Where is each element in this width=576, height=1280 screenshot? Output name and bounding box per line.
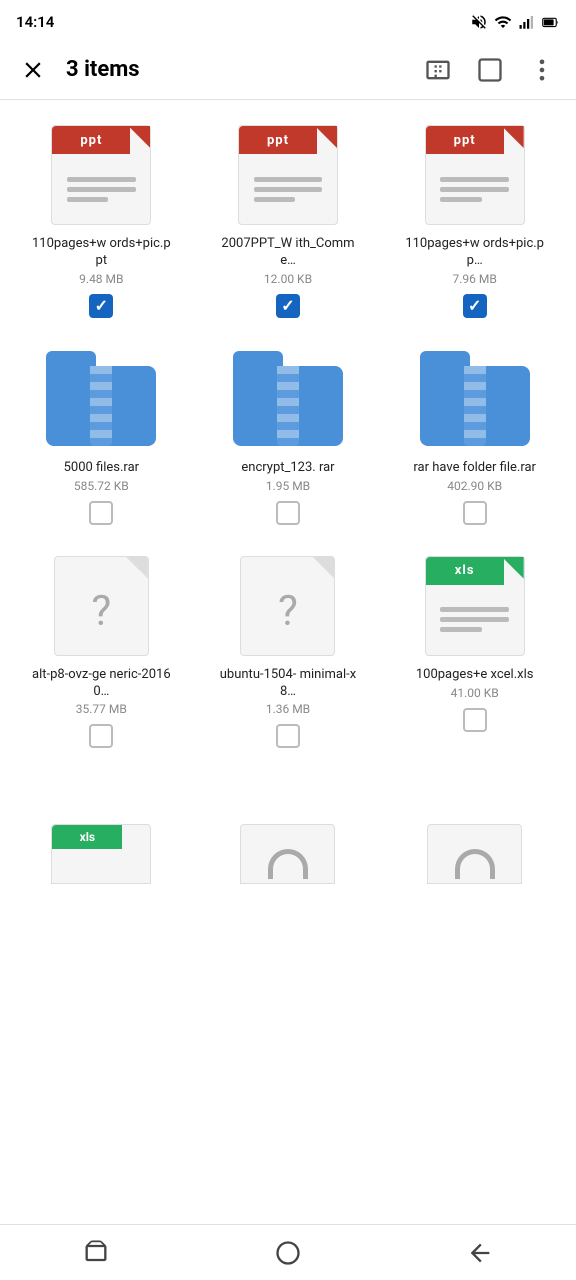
- file-grid: ppt 110pages+w ords+pic.ppt 9.48 MB ✓ pp…: [0, 100, 576, 910]
- file-name: 110pages+w ords+pic.ppt: [31, 236, 171, 270]
- ppt-icon: ppt: [238, 125, 338, 225]
- file-size: 12.00 KB: [264, 272, 312, 286]
- file-icon-wrap: ?: [228, 551, 348, 661]
- list-item[interactable]: encrypt_123. rar 1.95 MB: [199, 336, 378, 535]
- mute-icon: [470, 13, 488, 31]
- status-time: 14:14: [16, 13, 54, 31]
- bottom-nav: [0, 1224, 576, 1280]
- back-icon: [466, 1239, 494, 1267]
- checkbox[interactable]: [274, 722, 302, 750]
- recent-apps-icon: [82, 1239, 110, 1267]
- file-name: alt-p8-ovz-ge neric-20160…: [31, 667, 171, 701]
- file-size: 7.96 MB: [453, 272, 497, 286]
- page-title: 3 items: [66, 57, 140, 82]
- list-item[interactable]: [385, 766, 564, 898]
- list-item[interactable]: xls: [12, 766, 191, 898]
- rar-icon: [420, 351, 530, 446]
- file-icon-wrap: ppt: [228, 120, 348, 230]
- file-size: 35.77 MB: [76, 702, 127, 716]
- file-name: 100pages+e xcel.xls: [416, 667, 534, 684]
- file-icon-wrap: xls: [41, 774, 161, 884]
- rar-icon: [233, 351, 343, 446]
- list-item[interactable]: ppt 110pages+w ords+pic.ppt 9.48 MB ✓: [12, 112, 191, 328]
- list-item[interactable]: xls 100pages+e xcel.xls 41.00 KB: [385, 543, 564, 759]
- status-icons: [470, 13, 560, 31]
- close-button[interactable]: [16, 53, 50, 87]
- file-name: 2007PPT_W ith_Comme…: [218, 236, 358, 270]
- back-button[interactable]: [442, 1231, 518, 1275]
- square-icon: [476, 56, 504, 84]
- file-size: 9.48 MB: [79, 272, 123, 286]
- file-size: 1.95 MB: [266, 479, 310, 493]
- wifi-icon: [494, 13, 512, 31]
- unknown-partial-icon: [427, 824, 522, 884]
- checkbox[interactable]: ✓: [274, 292, 302, 320]
- list-item[interactable]: 5000 files.rar 585.72 KB: [12, 336, 191, 535]
- file-icon-wrap: [415, 344, 535, 454]
- list-item[interactable]: [199, 766, 378, 898]
- unknown-icon: ?: [54, 556, 149, 656]
- file-icon-wrap: ?: [41, 551, 161, 661]
- status-bar: 14:14: [0, 0, 576, 40]
- checkbox[interactable]: [87, 722, 115, 750]
- file-size: 1.36 MB: [266, 702, 310, 716]
- more-options-button[interactable]: [524, 52, 560, 88]
- home-icon: [274, 1239, 302, 1267]
- back-stack-button[interactable]: [58, 1231, 134, 1275]
- ppt-icon: ppt: [425, 125, 525, 225]
- checkbox[interactable]: [274, 499, 302, 527]
- ppt-icon: ppt: [51, 125, 151, 225]
- file-icon-wrap: [41, 344, 161, 454]
- top-bar: 3 items: [0, 40, 576, 100]
- file-icon-wrap: ppt: [41, 120, 161, 230]
- file-size: 402.90 KB: [447, 479, 502, 493]
- checkbox[interactable]: [461, 499, 489, 527]
- checkbox[interactable]: [87, 499, 115, 527]
- file-name: rar have folder file.rar: [413, 460, 536, 477]
- battery-icon: [542, 13, 560, 31]
- select-all-button[interactable]: [472, 52, 508, 88]
- close-icon: [20, 57, 46, 83]
- checkbox[interactable]: [461, 706, 489, 734]
- compress-icon: [424, 56, 452, 84]
- file-icon-wrap: [228, 774, 348, 884]
- top-bar-right: [420, 52, 560, 88]
- xls-icon: xls: [425, 556, 525, 656]
- unknown-icon: ?: [240, 556, 335, 656]
- unknown-partial-icon: [240, 824, 335, 884]
- file-icon-wrap: xls: [415, 551, 535, 661]
- home-button[interactable]: [250, 1231, 326, 1275]
- file-name: ubuntu-1504- minimal-x8…: [218, 667, 358, 701]
- xls-partial-icon: xls: [51, 824, 151, 884]
- file-size: 41.00 KB: [451, 686, 499, 700]
- rar-icon: [46, 351, 156, 446]
- file-name: encrypt_123. rar: [241, 460, 334, 477]
- file-size: 585.72 KB: [74, 479, 129, 493]
- file-icon-wrap: [228, 344, 348, 454]
- file-name: 110pages+w ords+pic.pp…: [405, 236, 545, 270]
- list-item[interactable]: ppt 110pages+w ords+pic.pp… 7.96 MB ✓: [385, 112, 564, 328]
- checkbox[interactable]: ✓: [87, 292, 115, 320]
- more-icon: [528, 56, 556, 84]
- list-item[interactable]: ? ubuntu-1504- minimal-x8… 1.36 MB: [199, 543, 378, 759]
- list-item[interactable]: rar have folder file.rar 402.90 KB: [385, 336, 564, 535]
- file-icon-wrap: [415, 774, 535, 884]
- signal-icon: [518, 13, 536, 31]
- checkbox[interactable]: ✓: [461, 292, 489, 320]
- list-item[interactable]: ? alt-p8-ovz-ge neric-20160… 35.77 MB: [12, 543, 191, 759]
- file-icon-wrap: ppt: [415, 120, 535, 230]
- zip-button[interactable]: [420, 52, 456, 88]
- list-item[interactable]: ppt 2007PPT_W ith_Comme… 12.00 KB ✓: [199, 112, 378, 328]
- top-bar-left: 3 items: [16, 53, 140, 87]
- file-name: 5000 files.rar: [64, 460, 139, 477]
